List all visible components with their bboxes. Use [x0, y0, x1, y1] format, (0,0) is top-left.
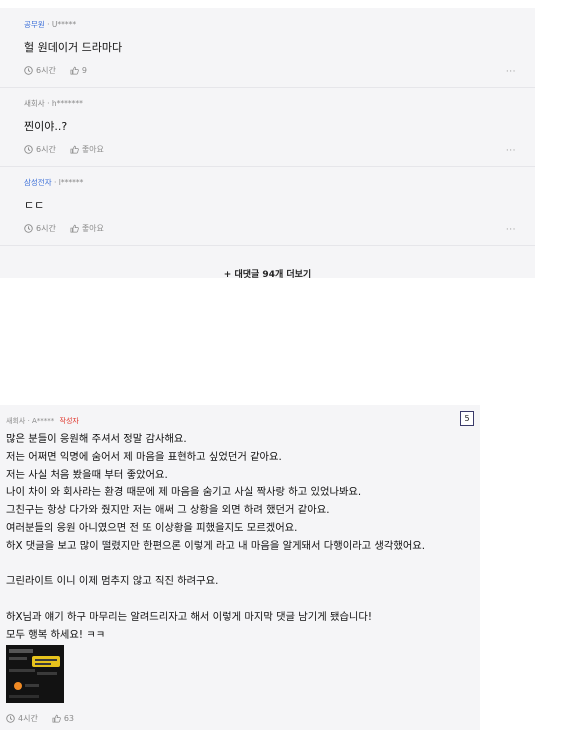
comment-text: ㄷㄷ	[24, 199, 45, 212]
comment-item: 공무원 · U***** 헐 원데이거 드라마다 6시간 9 ···	[0, 8, 535, 88]
post-line	[6, 591, 476, 609]
comment-actions: 6시간 좋아요	[24, 223, 104, 234]
post-actions: 4시간 63	[6, 713, 74, 724]
comment-item: 삼성전자 · l****** ㄷㄷ 6시간 좋아요 ···	[0, 166, 535, 246]
comment-actions: 6시간 좋아요	[24, 144, 104, 155]
more-replies-button[interactable]: + 대댓글 94개 더보기	[0, 256, 535, 286]
post-line: 하X님과 얘기 하구 마무리는 알려드리자고 해서 이렇게 마지막 댓글 남기게…	[6, 610, 372, 623]
post-line: 저는 어쩌면 익명에 숨어서 제 마음을 표현하고 싶었던거 같아요.	[6, 450, 282, 463]
like-button-label[interactable]: 좋아요	[82, 223, 104, 234]
username: A*****	[32, 417, 55, 425]
post-line: 많은 분들이 응원해 주셔서 정말 감사해요.	[6, 433, 187, 445]
like-count[interactable]: 9	[82, 66, 87, 75]
comment-actions: 6시간 9	[24, 65, 87, 76]
comment-meta: 새회사 · h*******	[24, 98, 83, 109]
comment-meta: 공무원 · U*****	[24, 19, 76, 30]
post-line: 하X 댓글을 보고 많이 떨렸지만 한편으론 이렇게 라고 내 마음을 알게돼서…	[6, 539, 426, 552]
post-line: 모두 행복 하세요! ㅋㅋ	[6, 628, 106, 641]
company-link[interactable]: 공무원	[24, 20, 45, 29]
username: h*******	[51, 99, 83, 108]
comment-item: 새회사 · h******* 찐이야..? 6시간 좋아요 ···	[0, 87, 535, 167]
company-name[interactable]: 새회사	[24, 99, 45, 108]
post-line: 그린라이트 이니 이제 멈추지 않고 직진 하려구요.	[6, 575, 219, 588]
post-line	[6, 556, 476, 574]
more-dots-icon[interactable]: ···	[506, 225, 516, 235]
post-line: 여러분들의 응원 아니였으면 전 또 이상황을 피했을지도 모르겠어요.	[6, 521, 298, 534]
clock-icon	[6, 714, 15, 723]
author-badge: 작성자	[59, 417, 79, 425]
company-name[interactable]: 새회사	[6, 417, 25, 425]
clock-icon	[24, 145, 33, 154]
clock-icon	[24, 66, 33, 75]
comment-time: 6시간	[36, 145, 56, 154]
company-link[interactable]: 삼성전자	[24, 178, 52, 187]
post-line: 그친구는 항상 다가와 줬지만 저는 애써 그 상황을 외면 하려 했던거 같아…	[6, 504, 330, 517]
comment-text: 찐이야..?	[24, 120, 68, 133]
comment-thread-panel: 공무원 · U***** 헐 원데이거 드라마다 6시간 9 ··· 새회사 ·…	[0, 8, 535, 280]
comment-time: 6시간	[36, 224, 56, 233]
post-meta: 새회사 · A***** 작성자	[6, 416, 79, 426]
attached-image-thumbnail[interactable]	[6, 645, 64, 703]
post-line: 나이 차이 와 회사라는 환경 때문에 제 마음을 숨기고 사실 짝사랑 하고 …	[6, 486, 362, 499]
username: U*****	[51, 20, 77, 29]
comment-time: 6시간	[36, 66, 56, 75]
more-dots-icon[interactable]: ···	[506, 67, 516, 77]
comment-text: 헐 원데이거 드라마다	[24, 41, 123, 54]
author-post-panel: 새회사 · A***** 작성자 5 많은 분들이 응원해 주셔서 정말 감사해…	[0, 405, 480, 730]
thumbs-up-icon[interactable]	[52, 714, 61, 723]
clock-icon	[24, 224, 33, 233]
attached-image-graphic	[6, 645, 64, 703]
username: l******	[58, 178, 84, 187]
more-dots-icon[interactable]: ···	[506, 146, 516, 156]
thumbs-up-icon[interactable]	[70, 66, 79, 75]
post-body: 많은 분들이 응원해 주셔서 정말 감사해요. 저는 어쩌면 익명에 숨어서 제…	[6, 431, 476, 645]
post-line: 저는 사실 처음 봤을때 부터 좋았어요.	[6, 468, 168, 481]
thumbs-up-icon[interactable]	[70, 145, 79, 154]
post-time: 4시간	[18, 714, 38, 723]
comment-meta: 삼성전자 · l******	[24, 177, 83, 188]
like-button-label[interactable]: 좋아요	[82, 144, 104, 155]
like-count[interactable]: 63	[64, 714, 74, 723]
thumbs-up-icon[interactable]	[70, 224, 79, 233]
number-badge: 5	[460, 411, 474, 426]
